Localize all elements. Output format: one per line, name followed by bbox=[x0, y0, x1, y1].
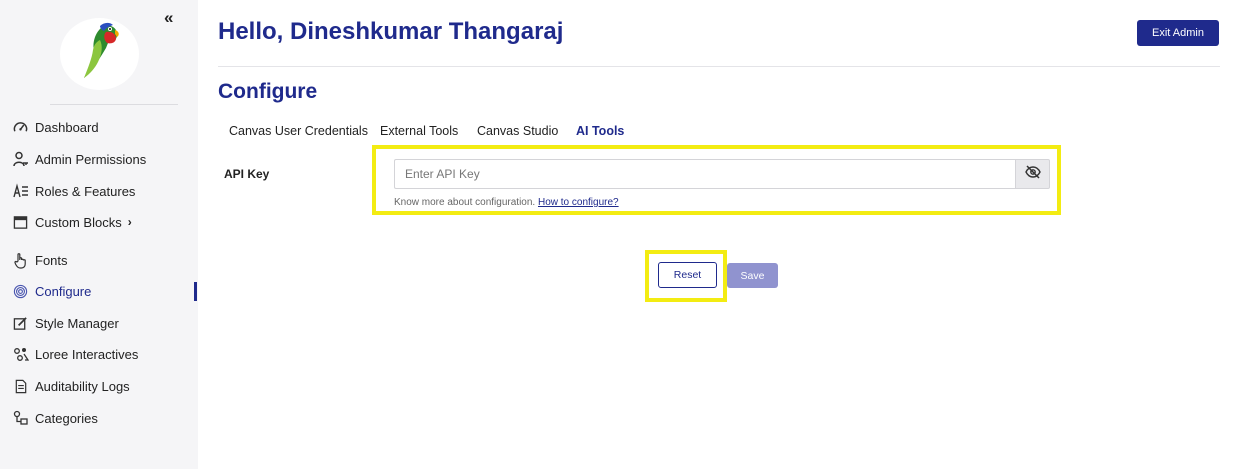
sidebar-item-loree-interactives[interactable]: Loree Interactives bbox=[12, 341, 138, 367]
roles-features-icon bbox=[12, 183, 29, 200]
hand-pointer-icon bbox=[12, 252, 29, 269]
tab-canvas-studio[interactable]: Canvas Studio bbox=[477, 124, 558, 138]
tab-external-tools[interactable]: External Tools bbox=[380, 124, 458, 138]
exit-admin-button[interactable]: Exit Admin bbox=[1137, 20, 1219, 46]
sidebar-item-label: Admin Permissions bbox=[35, 151, 147, 167]
help-text: Know more about configuration. How to co… bbox=[394, 197, 619, 208]
sidebar-item-label: Style Manager bbox=[35, 315, 119, 331]
sidebar: « Dashboard Admin Permissions Roles & Fe… bbox=[0, 0, 198, 469]
tab-canvas-user-credentials[interactable]: Canvas User Credentials bbox=[229, 124, 368, 138]
header-divider bbox=[218, 66, 1220, 67]
chevron-right-icon: › bbox=[127, 215, 132, 229]
speedometer-icon bbox=[12, 119, 29, 136]
fingerprint-icon bbox=[12, 283, 29, 300]
app-root: « Dashboard Admin Permissions Roles & Fe… bbox=[0, 0, 1235, 469]
sidebar-item-label: Auditability Logs bbox=[35, 378, 130, 394]
sidebar-item-label: Loree Interactives bbox=[35, 346, 139, 362]
help-text-label: Know more about configuration. bbox=[394, 197, 536, 208]
double-chevron-left-icon[interactable]: « bbox=[164, 9, 182, 27]
section-title: Configure bbox=[218, 80, 318, 103]
sidebar-item-roles-features[interactable]: Roles & Features bbox=[12, 178, 135, 204]
eye-slash-icon bbox=[1024, 164, 1041, 184]
sidebar-item-auditability-logs[interactable]: Auditability Logs bbox=[12, 373, 130, 399]
sidebar-item-style-manager[interactable]: Style Manager bbox=[12, 310, 119, 336]
sidebar-item-fonts[interactable]: Fonts bbox=[12, 247, 68, 273]
api-key-label: API Key bbox=[224, 167, 270, 181]
reset-button[interactable]: Reset bbox=[658, 262, 717, 288]
api-key-input[interactable] bbox=[394, 159, 1016, 189]
sidebar-item-label: Custom Blocks bbox=[35, 214, 122, 230]
sidebar-item-admin-permissions[interactable]: Admin Permissions bbox=[12, 146, 146, 172]
tab-ai-tools[interactable]: AI Tools bbox=[576, 124, 624, 138]
sidebar-item-label: Categories bbox=[35, 410, 98, 426]
sidebar-item-label: Fonts bbox=[35, 252, 68, 268]
active-indicator bbox=[194, 282, 197, 301]
log-document-icon bbox=[12, 378, 29, 395]
toggle-visibility-button[interactable] bbox=[1015, 159, 1050, 189]
user-key-icon bbox=[12, 151, 29, 168]
sidebar-item-categories[interactable]: Categories bbox=[12, 405, 98, 431]
interactives-icon bbox=[12, 346, 29, 363]
sidebar-item-label: Configure bbox=[35, 283, 92, 299]
sidebar-divider bbox=[50, 104, 178, 105]
sidebar-item-configure[interactable]: Configure bbox=[12, 278, 91, 304]
sidebar-item-label: Dashboard bbox=[35, 119, 99, 135]
save-button[interactable]: Save bbox=[727, 263, 778, 288]
categories-icon bbox=[12, 410, 29, 427]
edit-square-icon bbox=[12, 315, 29, 332]
page-greeting: Hello, Dineshkumar Thangaraj bbox=[218, 18, 564, 45]
blocks-icon bbox=[12, 214, 29, 231]
sidebar-item-dashboard[interactable]: Dashboard bbox=[12, 114, 99, 140]
how-to-configure-link[interactable]: How to configure? bbox=[538, 197, 619, 208]
sidebar-item-custom-blocks[interactable]: Custom Blocks › bbox=[12, 209, 132, 235]
parrot-logo bbox=[60, 18, 139, 90]
sidebar-item-label: Roles & Features bbox=[35, 183, 136, 199]
